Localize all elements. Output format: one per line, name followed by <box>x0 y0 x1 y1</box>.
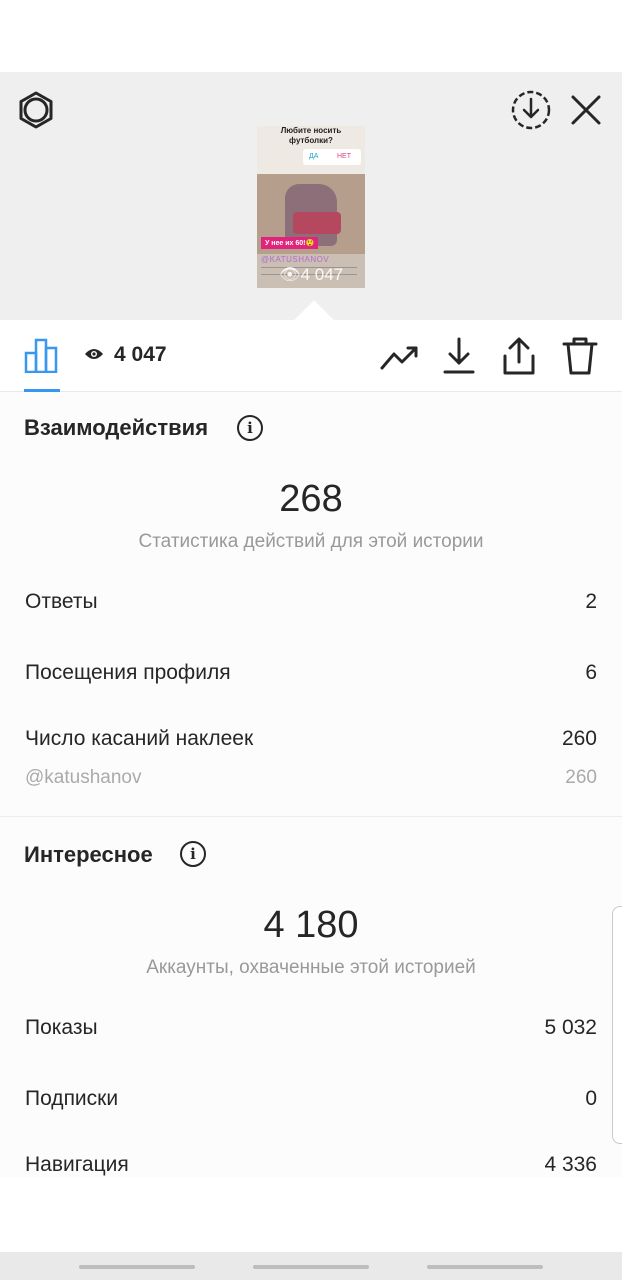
replies-label: Ответы <box>25 590 98 613</box>
follows-label: Подписки <box>25 1087 119 1110</box>
share-icon[interactable] <box>501 336 537 376</box>
gear-icon[interactable] <box>16 90 56 130</box>
interactions-caption: Статистика действий для этой истории <box>138 531 484 552</box>
scrollbar[interactable] <box>612 906 622 1144</box>
poll-sticker: ДА НЕТ <box>303 149 361 165</box>
thumbnail-views: 👁4 047 <box>279 265 343 285</box>
profile-visits-label: Посещения профиля <box>25 661 231 684</box>
replies-value: 2 <box>585 590 597 613</box>
trash-icon[interactable] <box>562 336 598 376</box>
profile-visits-value: 6 <box>585 661 597 684</box>
trend-icon[interactable] <box>380 340 420 374</box>
poll-no: НЕТ <box>337 153 351 160</box>
mention-sticker: @KATUSHANOV <box>261 255 330 264</box>
close-icon[interactable] <box>568 92 604 128</box>
bottom-spacer <box>0 1177 622 1252</box>
eye-icon: 👁 <box>279 265 301 284</box>
discovery-title: Интересное <box>24 842 153 867</box>
impressions-value: 5 032 <box>544 1016 597 1039</box>
sticker-taps-value: 260 <box>561 727 597 750</box>
status-area <box>0 0 622 72</box>
navigation-value: 4 336 <box>544 1153 597 1176</box>
section-divider <box>0 816 622 817</box>
poll-yes: ДА <box>309 153 319 160</box>
navigation-label: Навигация <box>25 1153 129 1176</box>
text-sticker: У нее их 60!😲 <box>261 237 319 249</box>
nav-handle[interactable] <box>253 1265 369 1269</box>
reach-total: 4 180 <box>263 904 359 946</box>
impressions-label: Показы <box>25 1016 98 1039</box>
interactions-total: 268 <box>279 478 343 520</box>
mention-taps-label[interactable]: @katushanov <box>25 767 141 789</box>
bar-chart-icon[interactable] <box>24 337 60 373</box>
reach-caption: Аккаунты, охваченные этой историей <box>146 957 476 978</box>
view-count: 4 047 <box>114 343 167 366</box>
mention-taps-value: 260 <box>565 767 597 788</box>
thumbnail-view-count: 4 047 <box>300 265 344 284</box>
nav-handle[interactable] <box>79 1265 195 1269</box>
interactions-title: Взаимодействия <box>24 415 209 440</box>
story-thumbnail[interactable]: Любите носить футболки? ДА НЕТ У нее их … <box>257 126 365 288</box>
clothes-pile <box>293 212 341 234</box>
sticker-taps-label: Число касаний наклеек <box>25 727 254 750</box>
info-icon[interactable]: i <box>180 841 206 867</box>
follows-value: 0 <box>585 1087 597 1110</box>
info-icon[interactable]: i <box>237 415 263 441</box>
eye-icon <box>85 349 103 359</box>
download-icon[interactable] <box>442 336 476 376</box>
circle-download-icon[interactable] <box>509 88 553 132</box>
nav-handle[interactable] <box>427 1265 543 1269</box>
story-question: Любите носить футболки? <box>280 126 342 145</box>
